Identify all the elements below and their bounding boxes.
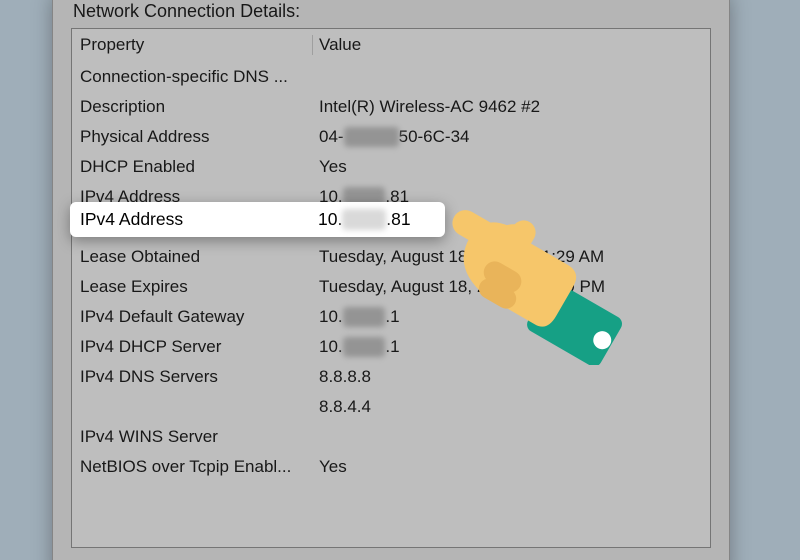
highlight-prop: IPv4 Address xyxy=(70,209,312,230)
value-part: .1 xyxy=(385,337,399,356)
network-details-window: Network Connection Details: Property Val… xyxy=(52,0,730,560)
table-row: IPv4 DNS Servers 8.8.8.8 xyxy=(72,362,710,392)
prop-label: Lease Expires xyxy=(72,277,313,297)
redacted-part: XX.X xyxy=(343,337,386,357)
table-row: IPv4 Default Gateway 10.XX.X.1 xyxy=(72,302,710,332)
table-row: NetBIOS over Tcpip Enabl... Yes xyxy=(72,452,710,482)
prop-value: 10.XX.X.1 xyxy=(313,337,710,357)
table-row: IPv4 DHCP Server 10.XX.X.1 xyxy=(72,332,710,362)
prop-value: 04-XX-XX50-6C-34 xyxy=(313,127,710,147)
col-property: Property xyxy=(72,35,313,55)
table-row: IPv4 WINS Server xyxy=(72,422,710,452)
value-part: 10. xyxy=(319,337,343,356)
prop-label: IPv4 WINS Server xyxy=(72,427,313,447)
prop-label: IPv4 Default Gateway xyxy=(72,307,313,327)
value-part: .81 xyxy=(386,209,410,229)
prop-label: NetBIOS over Tcpip Enabl... xyxy=(72,457,313,477)
prop-value: Yes xyxy=(313,157,710,177)
prop-value: Yes xyxy=(313,457,710,477)
value-part: 10. xyxy=(319,307,343,326)
prop-label: DHCP Enabled xyxy=(72,157,313,177)
value-part: 50-6C-34 xyxy=(399,127,470,146)
table-row: Lease Expires Tuesday, August 18, 2020 2… xyxy=(72,272,710,302)
redacted-part: XX.X xyxy=(342,209,386,230)
table-row: DHCP Enabled Yes xyxy=(72,152,710,182)
table-header: Property Value xyxy=(72,29,710,62)
prop-label: IPv4 DNS Servers xyxy=(72,367,313,387)
table-row: Lease Obtained Tuesday, August 18, 2020 … xyxy=(72,242,710,272)
table-row: 8.8.4.4 xyxy=(72,392,710,422)
prop-value: Tuesday, August 18, 2020 8:11:29 AM xyxy=(313,247,710,267)
table-row: Connection-specific DNS ... xyxy=(72,62,710,92)
table-row: Physical Address 04-XX-XX50-6C-34 xyxy=(72,122,710,152)
value-part: 04- xyxy=(319,127,344,146)
value-part: .1 xyxy=(385,307,399,326)
prop-value: Tuesday, August 18, 2020 2:11:29 PM xyxy=(313,277,710,297)
prop-label: Lease Obtained xyxy=(72,247,313,267)
prop-label: Description xyxy=(72,97,313,117)
details-table: Property Value Connection-specific DNS .… xyxy=(71,28,711,548)
col-value: Value xyxy=(313,35,710,55)
prop-value: 8.8.8.8 xyxy=(313,367,710,387)
prop-value: 10.XX.X.1 xyxy=(313,307,710,327)
prop-value: 8.8.4.4 xyxy=(313,397,710,417)
table-row: Description Intel(R) Wireless-AC 9462 #2 xyxy=(72,92,710,122)
prop-label: Physical Address xyxy=(72,127,313,147)
highlight-value: 10.XX.X.81 xyxy=(312,209,445,230)
prop-value: Intel(R) Wireless-AC 9462 #2 xyxy=(313,97,710,117)
prop-label: Connection-specific DNS ... xyxy=(72,67,313,87)
redacted-part: XX.X xyxy=(343,307,386,327)
redacted-part: XX-XX xyxy=(344,127,399,147)
value-part: 10. xyxy=(318,209,342,229)
prop-label: IPv4 DHCP Server xyxy=(72,337,313,357)
window-title: Network Connection Details: xyxy=(73,1,711,22)
highlighted-ipv4-row: IPv4 Address 10.XX.X.81 xyxy=(70,202,445,237)
